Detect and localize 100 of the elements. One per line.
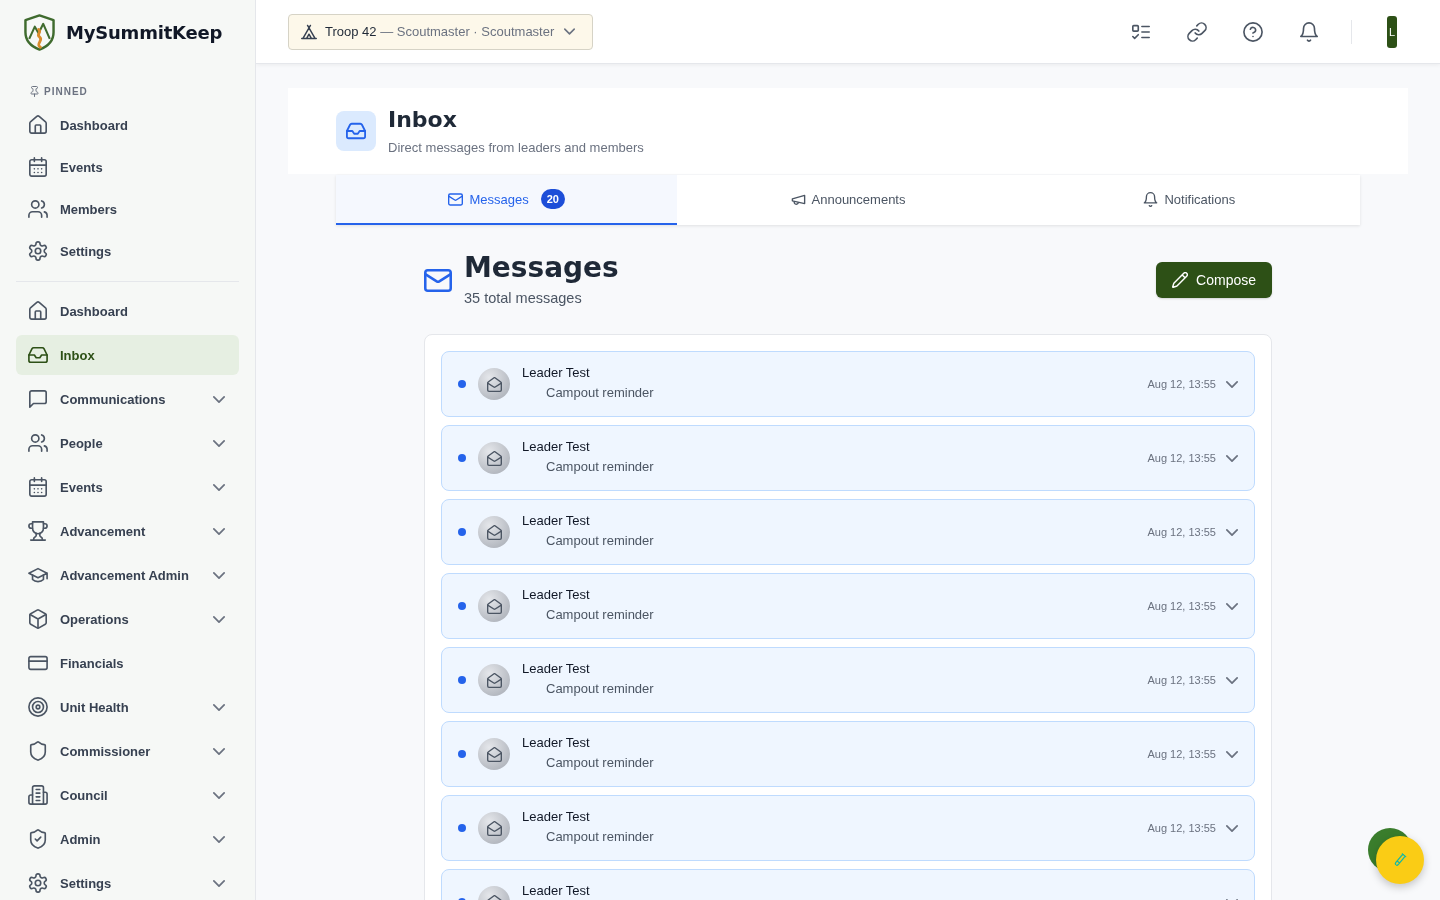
chevron-icon[interactable] xyxy=(1226,380,1238,388)
message-card[interactable]: Leader Test Campout reminder Aug 12, 13:55 xyxy=(441,573,1255,639)
unread-dot-icon xyxy=(458,528,466,536)
brand-name: MySummitKeep xyxy=(66,21,223,43)
floating-action-button[interactable] xyxy=(1368,828,1424,884)
nav-item[interactable]: People xyxy=(16,423,239,463)
nav-item[interactable]: Unit Health xyxy=(16,687,239,727)
shield-icon xyxy=(28,741,48,761)
chevron-icon[interactable] xyxy=(1226,676,1238,684)
inbox-icon xyxy=(28,345,48,365)
bell-icon[interactable] xyxy=(1299,21,1319,42)
link-icon[interactable] xyxy=(1187,21,1207,42)
unread-dot-icon xyxy=(458,602,466,610)
unit-selector[interactable]: Troop 42 — Scoutmaster · Scoutmaster xyxy=(288,13,593,50)
page-subtitle: Direct messages from leaders and members xyxy=(388,138,644,157)
nav-item[interactable]: Operations xyxy=(16,599,239,639)
mail-open-icon xyxy=(478,738,510,770)
tab[interactable]: Notifications xyxy=(1018,175,1360,225)
bell-icon xyxy=(1143,191,1159,207)
sender-name: Leader Test xyxy=(522,438,590,456)
message-subject: Campout reminder xyxy=(546,384,654,402)
unread-dot-icon xyxy=(458,750,466,758)
section-title: Messages xyxy=(464,252,619,284)
message-subject: Campout reminder xyxy=(546,458,654,476)
chevron-icon[interactable] xyxy=(1226,528,1238,536)
page-title: Inbox xyxy=(388,105,457,134)
nav-item[interactable]: Settings xyxy=(16,863,239,900)
sender-name: Leader Test xyxy=(522,364,590,382)
nav-item[interactable]: Communications xyxy=(16,379,239,419)
message-time: Aug 12, 13:55 xyxy=(1147,526,1216,538)
message-card[interactable]: Leader Test Campout reminder Aug 12, 13:55 xyxy=(441,795,1255,861)
calendar-icon xyxy=(28,477,48,497)
pinned-nav-item[interactable]: Events xyxy=(16,146,239,188)
message-card[interactable]: Leader Test Campout reminder Aug 12, 13:55 xyxy=(441,425,1255,491)
target-icon xyxy=(28,697,48,717)
unread-dot-icon xyxy=(458,380,466,388)
chat-bubble-icon xyxy=(28,389,48,409)
pencil-icon xyxy=(1172,272,1189,288)
chevron-icon[interactable] xyxy=(1226,750,1238,758)
nav-item[interactable]: Events xyxy=(16,467,239,507)
nav-item[interactable]: Dashboard xyxy=(16,291,239,331)
people-icon xyxy=(28,433,48,453)
building-icon xyxy=(28,785,48,805)
message-subject: Campout reminder xyxy=(546,828,654,846)
sender-name: Leader Test xyxy=(522,882,590,900)
message-card[interactable]: Leader Test xyxy=(441,869,1255,900)
help-icon[interactable] xyxy=(1243,21,1263,42)
sender-name: Leader Test xyxy=(522,586,590,604)
pinned-nav-item[interactable]: Dashboard xyxy=(16,104,239,146)
people-icon xyxy=(28,199,48,219)
nav-item[interactable]: Inbox xyxy=(16,335,239,375)
logo-icon xyxy=(24,13,55,51)
message-card[interactable]: Leader Test Campout reminder Aug 12, 13:55 xyxy=(441,721,1255,787)
compose-button[interactable]: Compose xyxy=(1156,262,1272,298)
inbox-icon xyxy=(336,111,376,151)
message-card[interactable]: Leader Test Campout reminder Aug 12, 13:55 xyxy=(441,351,1255,417)
message-time: Aug 12, 13:55 xyxy=(1147,600,1216,612)
message-time: Aug 12, 13:55 xyxy=(1147,748,1216,760)
nav-item[interactable]: Advancement xyxy=(16,511,239,551)
sender-name: Leader Test xyxy=(522,808,590,826)
mail-open-icon xyxy=(478,812,510,844)
settings-icon xyxy=(28,241,48,261)
pinned-nav-item[interactable]: Members xyxy=(16,188,239,230)
message-time: Aug 12, 13:55 xyxy=(1147,378,1216,390)
message-count: 35 total messages xyxy=(464,289,582,308)
tab[interactable]: Announcements xyxy=(677,175,1019,225)
caret-icon xyxy=(564,28,576,35)
pin-icon xyxy=(29,85,40,97)
nav-item[interactable]: Council xyxy=(16,775,239,815)
tent-icon xyxy=(301,23,317,40)
message-subject: Campout reminder xyxy=(546,754,654,772)
mail-open-icon xyxy=(478,590,510,622)
tab[interactable]: Messages 20 xyxy=(336,175,678,225)
message-time: Aug 12, 13:55 xyxy=(1147,674,1216,686)
message-time: Aug 12, 13:55 xyxy=(1147,822,1216,834)
mail-icon xyxy=(424,268,452,292)
message-card[interactable]: Leader Test Campout reminder Aug 12, 13:55 xyxy=(441,499,1255,565)
message-card[interactable]: Leader Test Campout reminder Aug 12, 13:55 xyxy=(441,647,1255,713)
mail-open-icon xyxy=(478,368,510,400)
nav-item[interactable]: Financials xyxy=(16,643,239,683)
chevron-icon[interactable] xyxy=(1226,824,1238,832)
mail-open-icon xyxy=(478,442,510,474)
mail-icon xyxy=(448,191,464,207)
chevron-icon[interactable] xyxy=(1226,602,1238,610)
nav-item[interactable]: Commissioner xyxy=(16,731,239,771)
chevron-icon[interactable] xyxy=(1226,454,1238,462)
message-subject: Campout reminder xyxy=(546,532,654,550)
trophy-icon xyxy=(28,521,48,541)
mail-open-icon xyxy=(478,516,510,548)
unread-dot-icon xyxy=(458,454,466,462)
unread-dot-icon xyxy=(458,824,466,832)
user-avatar[interactable]: L xyxy=(1387,15,1397,48)
mail-open-icon xyxy=(478,664,510,696)
message-subject: Campout reminder xyxy=(546,606,654,624)
shield-check-icon xyxy=(28,829,48,849)
sender-name: Leader Test xyxy=(522,512,590,530)
nav-item[interactable]: Admin xyxy=(16,819,239,859)
nav-item[interactable]: Advancement Admin xyxy=(16,555,239,595)
pinned-nav-item[interactable]: Settings xyxy=(16,230,239,272)
section-label: PINNED xyxy=(44,85,88,97)
